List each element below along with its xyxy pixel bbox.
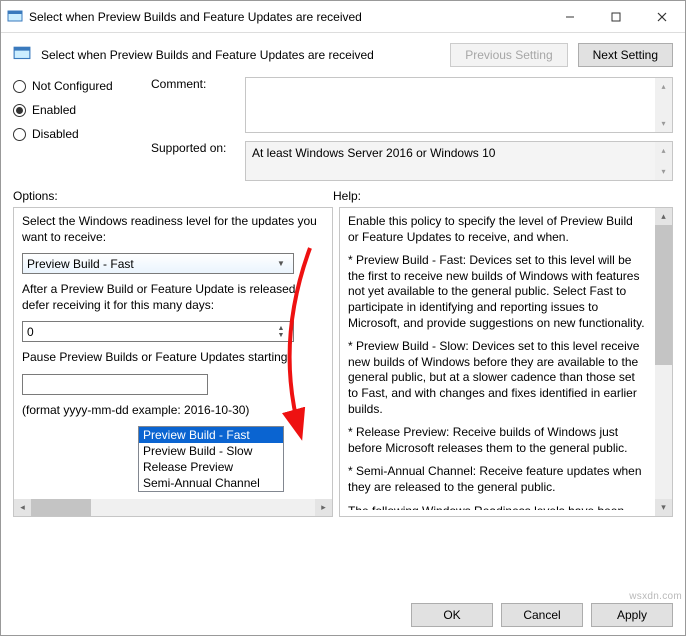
radio-not-configured[interactable]: Not Configured bbox=[13, 79, 123, 93]
readiness-label: Select the Windows readiness level for t… bbox=[22, 214, 324, 245]
window-controls bbox=[547, 2, 685, 32]
supported-value: At least Windows Server 2016 or Windows … bbox=[252, 146, 495, 160]
radio-enabled[interactable]: Enabled bbox=[13, 103, 123, 117]
pause-date-input[interactable] bbox=[22, 374, 208, 395]
fields-column: Comment: ▴▾ Supported on: At least Windo… bbox=[151, 77, 673, 181]
readiness-combo[interactable]: Preview Build - Fast ▼ bbox=[22, 253, 294, 274]
titlebar: Select when Preview Builds and Feature U… bbox=[1, 1, 685, 33]
dropdown-option[interactable]: Preview Build - Fast bbox=[139, 427, 283, 443]
header-icon bbox=[13, 45, 31, 66]
comment-row: Comment: ▴▾ bbox=[151, 77, 673, 133]
options-pane: Select the Windows readiness level for t… bbox=[13, 207, 333, 517]
comment-input[interactable]: ▴▾ bbox=[245, 77, 673, 133]
help-paragraph: Enable this policy to specify the level … bbox=[348, 214, 646, 245]
state-radios: Not Configured Enabled Disabled bbox=[13, 77, 123, 141]
policy-editor-window: Select when Preview Builds and Feature U… bbox=[0, 0, 686, 636]
help-paragraph: * Preview Build - Slow: Devices set to t… bbox=[348, 339, 646, 417]
options-hscrollbar[interactable]: ◂ ▸ bbox=[14, 499, 332, 516]
scroll-down-icon[interactable]: ▾ bbox=[655, 499, 672, 516]
scroll-right-icon[interactable]: ▸ bbox=[315, 499, 332, 516]
format-hint: (format yyyy-mm-dd example: 2016-10-30) bbox=[22, 403, 324, 419]
comment-label: Comment: bbox=[151, 77, 233, 91]
help-paragraph: The following Windows Readiness levels h… bbox=[348, 504, 646, 511]
options-label: Options: bbox=[13, 189, 333, 203]
chevron-down-icon: ▼ bbox=[273, 259, 289, 268]
radio-label: Enabled bbox=[32, 103, 76, 117]
cancel-button[interactable]: Cancel bbox=[501, 603, 583, 627]
next-setting-button[interactable]: Next Setting bbox=[578, 43, 673, 67]
help-paragraph: * Semi-Annual Channel: Receive feature u… bbox=[348, 464, 646, 495]
minimize-button[interactable] bbox=[547, 2, 593, 32]
help-vscrollbar[interactable]: ▴ ▾ bbox=[655, 208, 672, 516]
defer-label: After a Preview Build or Feature Update … bbox=[22, 282, 324, 313]
pause-label: Pause Preview Builds or Feature Updates … bbox=[22, 350, 324, 366]
supported-row: Supported on: At least Windows Server 20… bbox=[151, 141, 673, 181]
help-content: Enable this policy to specify the level … bbox=[348, 214, 664, 510]
section-labels: Options: Help: bbox=[13, 189, 673, 203]
comment-scrollbar[interactable]: ▴▾ bbox=[655, 78, 672, 132]
maximize-button[interactable] bbox=[593, 2, 639, 32]
watermark: wsxdn.com bbox=[629, 591, 682, 602]
help-paragraph: * Preview Build - Fast: Devices set to t… bbox=[348, 253, 646, 331]
radio-label: Not Configured bbox=[32, 79, 113, 93]
header-row: Select when Preview Builds and Feature U… bbox=[1, 33, 685, 77]
help-paragraph: * Release Preview: Receive builds of Win… bbox=[348, 425, 646, 456]
config-area: Not Configured Enabled Disabled Comment:… bbox=[13, 77, 673, 181]
app-icon bbox=[7, 9, 23, 25]
defer-value: 0 bbox=[27, 325, 34, 339]
options-content: Select the Windows readiness level for t… bbox=[22, 214, 324, 447]
dropdown-option[interactable]: Semi-Annual Channel bbox=[139, 475, 283, 491]
window-title: Select when Preview Builds and Feature U… bbox=[29, 10, 547, 24]
previous-setting-button: Previous Setting bbox=[450, 43, 567, 67]
supported-label: Supported on: bbox=[151, 141, 233, 155]
supported-scrollbar[interactable]: ▴▾ bbox=[655, 142, 672, 180]
readiness-dropdown-popup[interactable]: Preview Build - Fast Preview Build - Slo… bbox=[138, 426, 284, 492]
dropdown-option[interactable]: Release Preview bbox=[139, 459, 283, 475]
body-area: Not Configured Enabled Disabled Comment:… bbox=[1, 77, 685, 517]
help-pane: Enable this policy to specify the level … bbox=[339, 207, 673, 517]
defer-days-input[interactable]: 0 ▲▼ bbox=[22, 321, 294, 342]
scroll-up-icon[interactable]: ▴ bbox=[655, 208, 672, 225]
readiness-value: Preview Build - Fast bbox=[27, 257, 134, 271]
dropdown-option[interactable]: Preview Build - Slow bbox=[139, 443, 283, 459]
spinner-icon[interactable]: ▲▼ bbox=[273, 325, 289, 339]
radio-disabled[interactable]: Disabled bbox=[13, 127, 123, 141]
scroll-left-icon[interactable]: ◂ bbox=[14, 499, 31, 516]
panes: Select the Windows readiness level for t… bbox=[13, 207, 673, 517]
help-label: Help: bbox=[333, 189, 361, 203]
header-subtitle: Select when Preview Builds and Feature U… bbox=[41, 48, 440, 62]
radio-label: Disabled bbox=[32, 127, 79, 141]
apply-button[interactable]: Apply bbox=[591, 603, 673, 627]
supported-value-box: At least Windows Server 2016 or Windows … bbox=[245, 141, 673, 181]
close-button[interactable] bbox=[639, 2, 685, 32]
dialog-footer: OK Cancel Apply bbox=[1, 595, 685, 635]
ok-button[interactable]: OK bbox=[411, 603, 493, 627]
